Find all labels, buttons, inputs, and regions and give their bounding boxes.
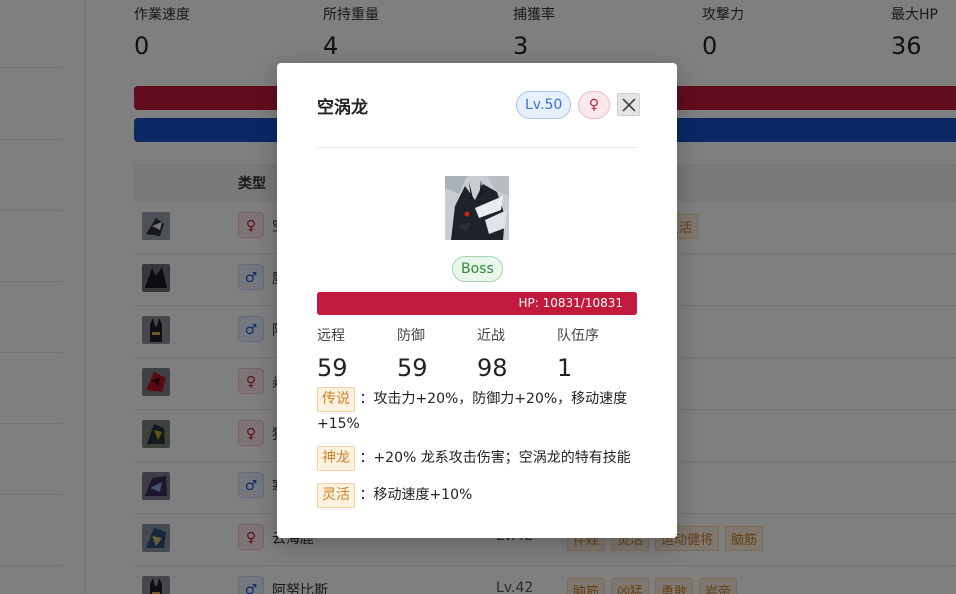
close-button[interactable] (617, 93, 640, 116)
passive-description: ：移动速度+10% (359, 487, 473, 503)
stat-melee: 近战 98 (477, 325, 557, 382)
passive-description: ：+20% 龙系攻击伤害；空涡龙的特有技能 (359, 450, 631, 466)
passive-skill: 传说 ：攻击力+20%，防御力+20%，移动速度+15% (317, 387, 637, 437)
pal-detail-modal: 空涡龙 Lv.50 ♀ Boss HP: 10831/10831 远程 59 防… (277, 63, 677, 538)
stat-label: 队伍序 (557, 328, 599, 344)
passive-tag: 传说 (317, 387, 355, 412)
passive-skill: 灵活 ：移动速度+10% (317, 483, 637, 508)
stat-value: 59 (317, 354, 348, 382)
gender-female-badge: ♀ (578, 91, 610, 119)
hp-bar: HP: 10831/10831 (317, 292, 637, 315)
passive-tag: 灵活 (317, 483, 355, 508)
close-icon (622, 98, 636, 112)
stat-label: 近战 (477, 328, 505, 344)
passive-description: ：攻击力+20%，防御力+20%，移动速度+15% (317, 391, 628, 432)
stat-defense: 防御 59 (397, 325, 477, 382)
stat-value: 1 (557, 354, 573, 382)
level-badge: Lv.50 (516, 91, 572, 119)
pal-portrait-icon (445, 176, 509, 240)
stat-label: 防御 (397, 328, 425, 344)
boss-badge: Boss (452, 256, 503, 282)
stat-label: 远程 (317, 328, 345, 344)
stat-value: 98 (477, 354, 508, 382)
stat-ranged: 远程 59 (317, 325, 397, 382)
stat-value: 59 (397, 354, 428, 382)
modal-title: 空涡龙 (317, 98, 368, 118)
passive-skill: 神龙 ：+20% 龙系攻击伤害；空涡龙的特有技能 (317, 446, 637, 471)
passive-tag: 神龙 (317, 446, 355, 471)
stat-party-order: 队伍序 1 (557, 325, 637, 382)
modal-divider (317, 147, 637, 148)
hp-text: HP: 10831/10831 (518, 296, 623, 310)
